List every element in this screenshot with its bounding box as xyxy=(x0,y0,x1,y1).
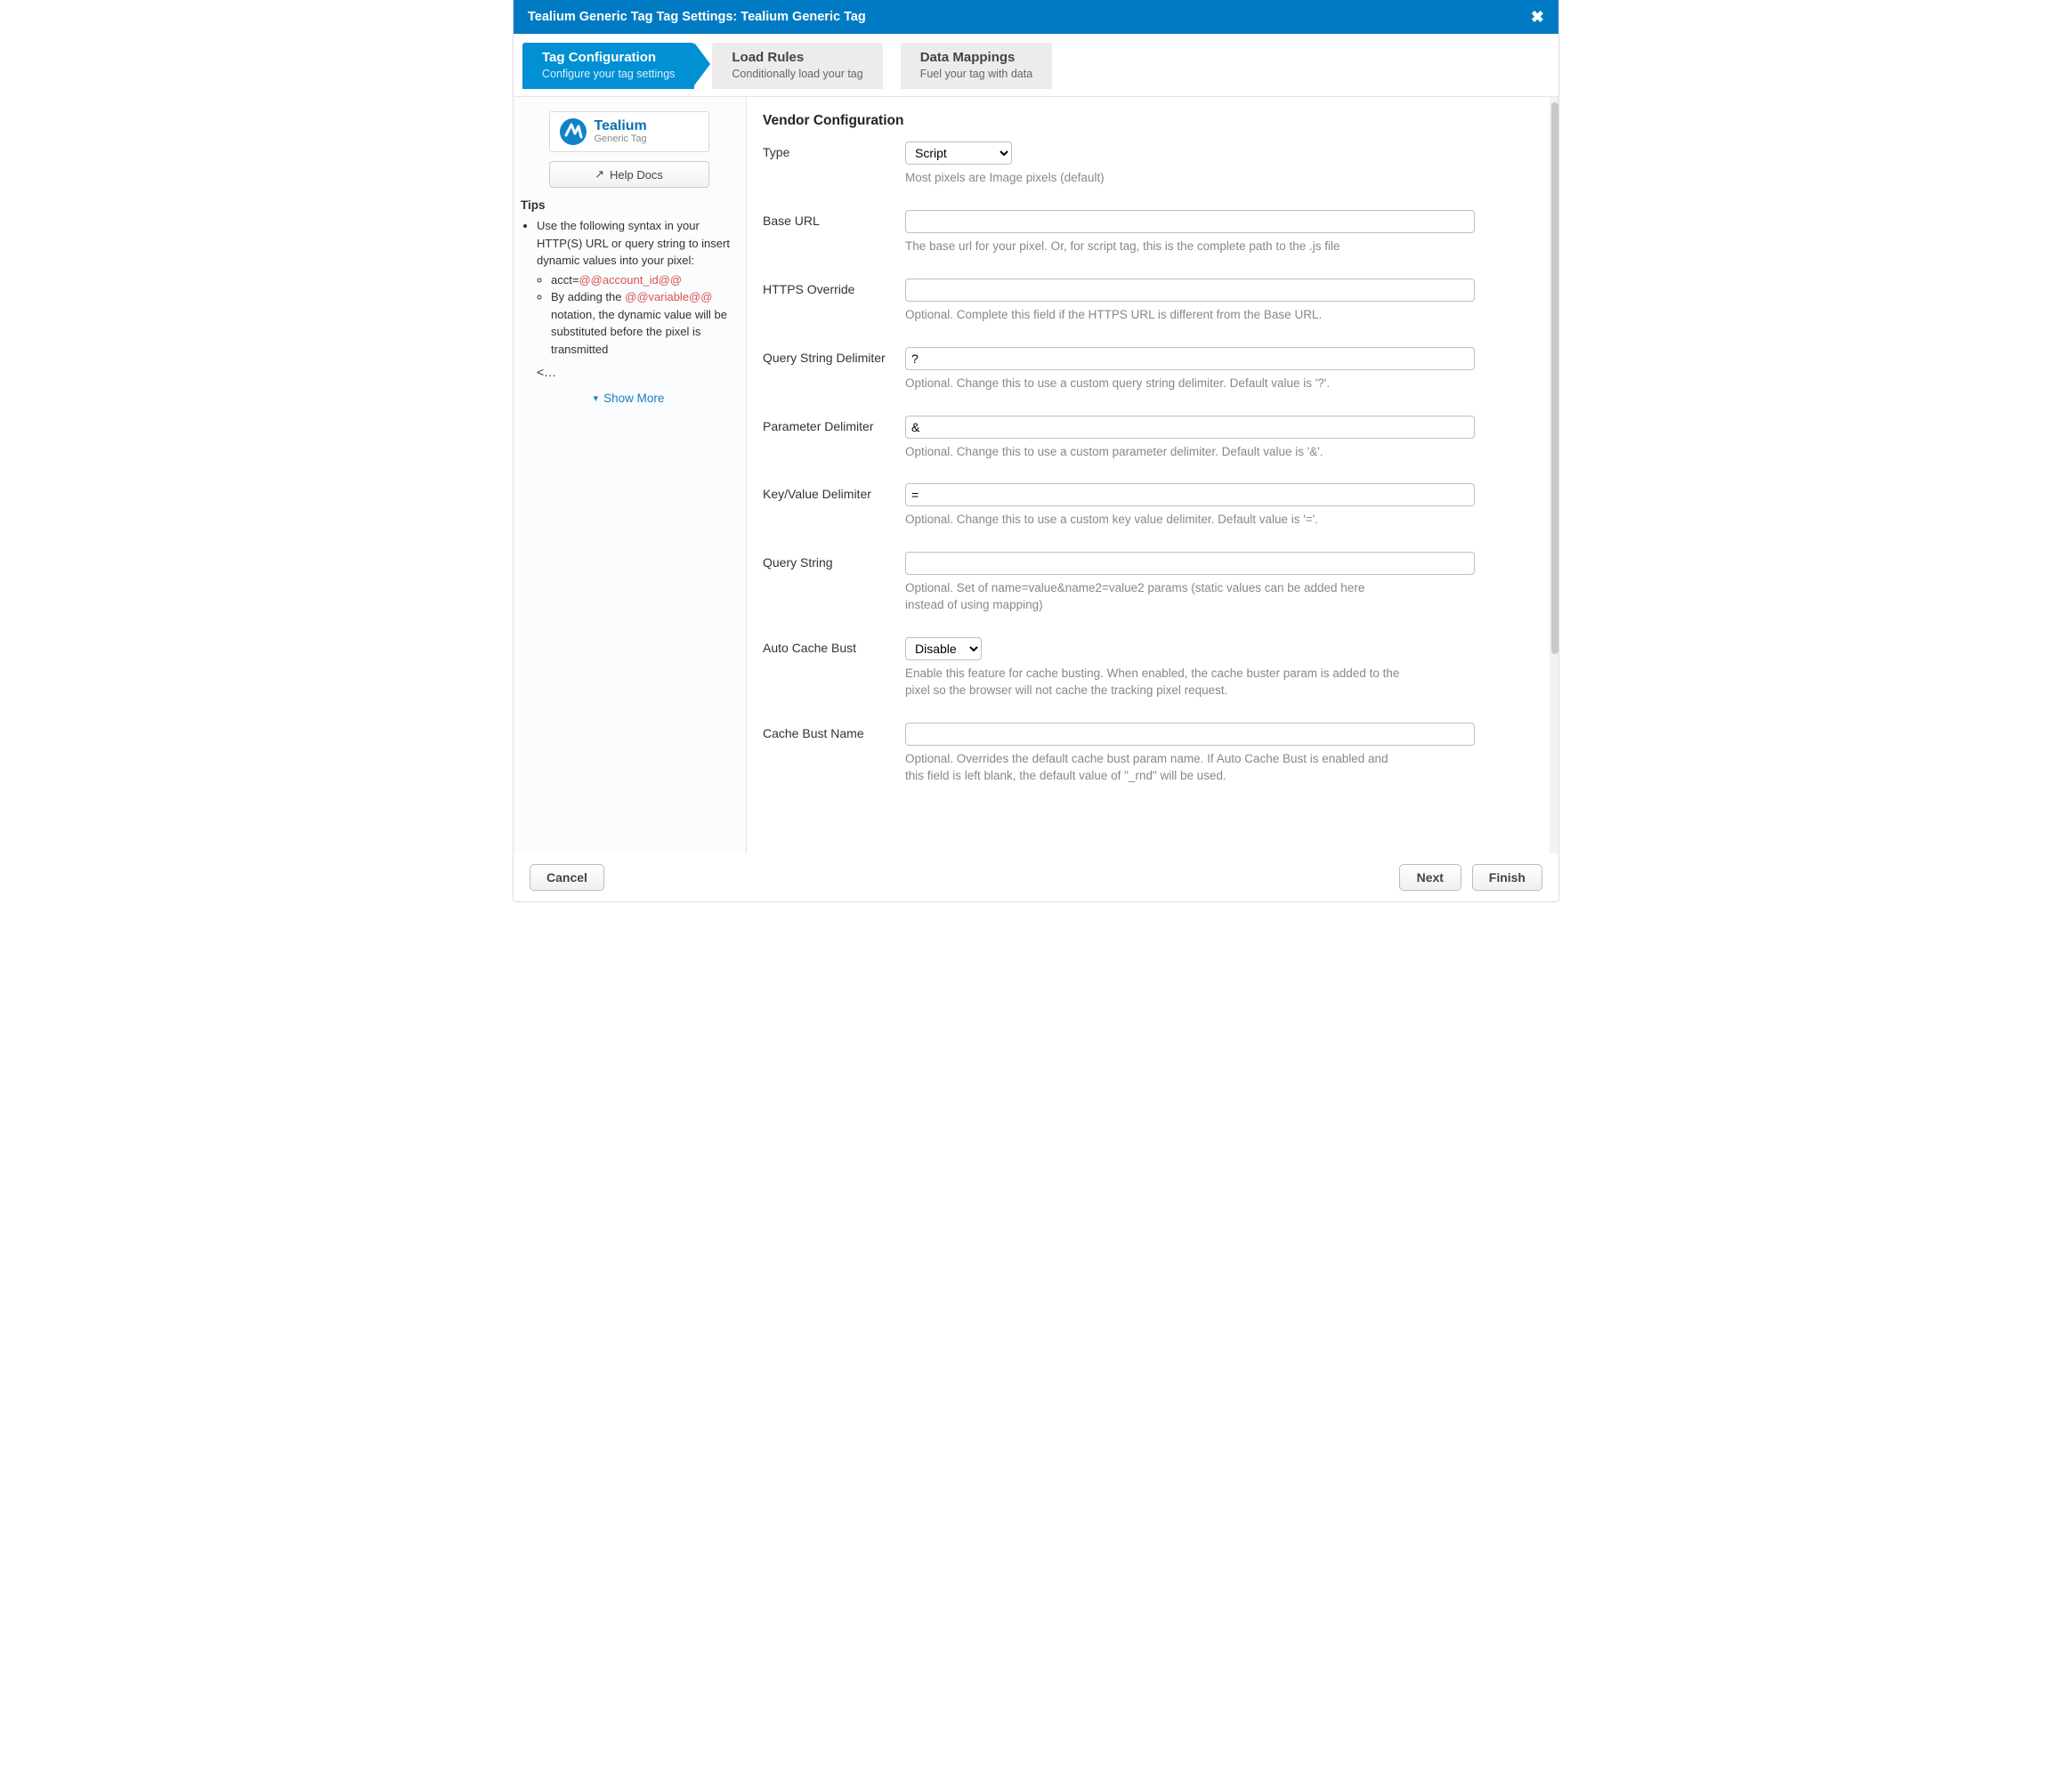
hint-auto-cache-bust: Enable this feature for cache busting. W… xyxy=(905,666,1404,699)
scrollbar-thumb[interactable] xyxy=(1551,102,1558,654)
tab-load-rules[interactable]: Load Rules Conditionally load your tag xyxy=(712,43,882,89)
label-https-override: HTTPS Override xyxy=(763,279,905,296)
hint-param-delimiter: Optional. Change this to use a custom pa… xyxy=(905,444,1404,461)
title-bar: Tealium Generic Tag Tag Settings: Tealiu… xyxy=(514,0,1558,34)
hint-type: Most pixels are Image pixels (default) xyxy=(905,170,1404,187)
type-select[interactable]: Script xyxy=(905,141,1012,165)
param-delimiter-input[interactable] xyxy=(905,416,1475,439)
window-title: Tealium Generic Tag Tag Settings: Tealiu… xyxy=(528,10,866,24)
side-panel: Tealium Generic Tag ↗ Help Docs Tips Use… xyxy=(514,97,747,853)
tab-subtitle: Fuel your tag with data xyxy=(920,68,1032,80)
label-base-url: Base URL xyxy=(763,210,905,228)
tab-tag-configuration[interactable]: Tag Configuration Configure your tag set… xyxy=(522,43,694,89)
next-button[interactable]: Next xyxy=(1399,864,1461,891)
tip-example-prefix: acct= xyxy=(551,273,579,287)
tealium-logo-icon xyxy=(559,117,587,146)
label-type: Type xyxy=(763,141,905,159)
vendor-name: Tealium xyxy=(595,119,647,134)
label-query-string: Query String xyxy=(763,552,905,570)
hint-cache-bust-name: Optional. Overrides the default cache bu… xyxy=(905,751,1404,785)
tip-item: Use the following syntax in your HTTP(S)… xyxy=(537,217,737,358)
tip-example: acct=@@account_id@@ xyxy=(551,271,737,289)
show-more-link[interactable]: ▾ Show More xyxy=(521,392,737,405)
label-auto-cache-bust: Auto Cache Bust xyxy=(763,637,905,655)
hint-https-override: Optional. Complete this field if the HTT… xyxy=(905,307,1404,324)
tab-title: Tag Configuration xyxy=(542,50,675,66)
form-area: Vendor Configuration Type Script Most pi… xyxy=(747,97,1550,853)
auto-cache-bust-select[interactable]: Disable xyxy=(905,637,982,660)
cache-bust-name-input[interactable] xyxy=(905,723,1475,746)
help-docs-button[interactable]: ↗ Help Docs xyxy=(549,161,709,188)
hint-qs-delimiter: Optional. Change this to use a custom qu… xyxy=(905,376,1404,392)
close-icon[interactable]: ✖ xyxy=(1531,9,1544,25)
tab-title: Data Mappings xyxy=(920,50,1032,66)
tip-truncated: <… xyxy=(521,365,737,379)
tip-sub-variable: @@variable@@ xyxy=(625,290,712,303)
tab-subtitle: Conditionally load your tag xyxy=(732,68,862,80)
tip-sub: By adding the @@variable@@ notation, the… xyxy=(551,288,737,358)
tip-example-variable: @@account_id@@ xyxy=(579,273,682,287)
tip-text: Use the following syntax in your HTTP(S)… xyxy=(537,219,730,267)
vertical-scrollbar[interactable] xyxy=(1550,97,1558,853)
section-heading: Vendor Configuration xyxy=(763,113,1530,129)
hint-kv-delimiter: Optional. Change this to use a custom ke… xyxy=(905,512,1404,529)
finish-button[interactable]: Finish xyxy=(1472,864,1542,891)
cancel-button[interactable]: Cancel xyxy=(530,864,604,891)
help-docs-label: Help Docs xyxy=(610,168,663,182)
show-more-label: Show More xyxy=(603,392,664,405)
qs-delimiter-input[interactable] xyxy=(905,347,1475,370)
wizard-tabs: Tag Configuration Configure your tag set… xyxy=(514,34,1558,89)
label-cache-bust-name: Cache Bust Name xyxy=(763,723,905,740)
label-kv-delimiter: Key/Value Delimiter xyxy=(763,483,905,501)
tips-block: Tips Use the following syntax in your HT… xyxy=(521,198,737,405)
tips-heading: Tips xyxy=(521,198,737,212)
label-param-delimiter: Parameter Delimiter xyxy=(763,416,905,433)
tab-subtitle: Configure your tag settings xyxy=(542,68,675,80)
hint-query-string: Optional. Set of name=value&name2=value2… xyxy=(905,580,1404,614)
vendor-subtitle: Generic Tag xyxy=(595,134,647,145)
hint-base-url: The base url for your pixel. Or, for scr… xyxy=(905,238,1404,255)
tab-title: Load Rules xyxy=(732,50,862,66)
base-url-input[interactable] xyxy=(905,210,1475,233)
vendor-logo-box: Tealium Generic Tag xyxy=(549,111,709,152)
tab-data-mappings[interactable]: Data Mappings Fuel your tag with data xyxy=(901,43,1052,89)
label-qs-delimiter: Query String Delimiter xyxy=(763,347,905,365)
https-override-input[interactable] xyxy=(905,279,1475,302)
footer: Cancel Next Finish xyxy=(514,853,1558,901)
query-string-input[interactable] xyxy=(905,552,1475,575)
tip-sub-suffix: notation, the dynamic value will be subs… xyxy=(551,308,727,356)
external-link-icon: ↗ xyxy=(595,167,604,182)
tip-sub-prefix: By adding the xyxy=(551,290,625,303)
chevron-down-icon: ▾ xyxy=(594,392,599,404)
kv-delimiter-input[interactable] xyxy=(905,483,1475,506)
